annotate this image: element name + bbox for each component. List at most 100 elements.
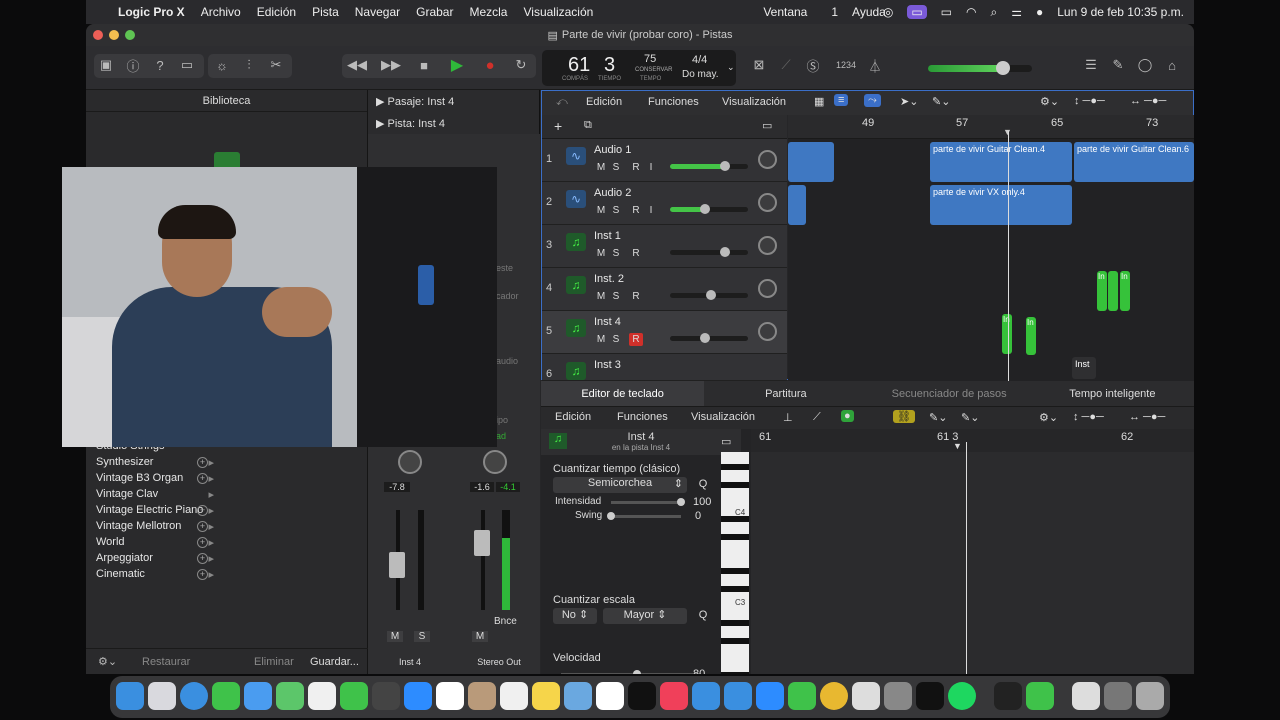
- library-item-cinematic[interactable]: Cinematic + ▸: [96, 568, 356, 584]
- pan-knob[interactable]: [758, 150, 777, 169]
- calendar-icon[interactable]: [436, 682, 464, 710]
- pan-knob[interactable]: [758, 193, 777, 212]
- restore-button[interactable]: Restaurar: [142, 656, 190, 668]
- help-icon[interactable]: ?: [149, 54, 171, 76]
- siri-icon[interactable]: ●: [1036, 5, 1043, 19]
- quantize-button[interactable]: Q: [695, 478, 711, 490]
- facetime-icon[interactable]: [340, 682, 368, 710]
- menu-navegar[interactable]: Navegar: [355, 5, 400, 19]
- midi-in-icon[interactable]: ●: [841, 410, 854, 422]
- track-header-4[interactable]: 4 ♫ Inst. 2 M S R: [542, 268, 787, 311]
- fader-handle-2[interactable]: [474, 530, 490, 556]
- track-header-3[interactable]: 3 ♫ Inst 1 M S R: [542, 225, 787, 268]
- list-view-icon[interactable]: ≡: [834, 94, 849, 106]
- solo-button[interactable]: S: [609, 333, 623, 346]
- zoom-app-icon[interactable]: [404, 682, 432, 710]
- track-volume-slider[interactable]: [670, 247, 748, 257]
- stop-icon[interactable]: ■: [413, 54, 435, 76]
- track-header-6[interactable]: 6 ♫ Inst 3: [542, 354, 787, 381]
- tab-piano-roll[interactable]: Editor de teclado: [541, 381, 705, 406]
- battery-icon[interactable]: ▭: [941, 5, 952, 19]
- count-in-button[interactable]: 1234: [835, 54, 857, 76]
- fader-handle-1[interactable]: [389, 552, 405, 578]
- tracks-view-menu[interactable]: Visualización: [722, 96, 786, 108]
- smart-controls-icon[interactable]: ☼: [211, 54, 233, 76]
- rewind-icon[interactable]: ◀◀: [346, 54, 368, 76]
- track-volume-slider[interactable]: [670, 290, 748, 300]
- fader-knob[interactable]: [700, 333, 710, 343]
- tracks-functions-menu[interactable]: Funciones: [648, 96, 699, 108]
- replace-icon[interactable]: ⊠: [748, 54, 770, 76]
- appletv-icon[interactable]: [628, 682, 656, 710]
- solo-button[interactable]: S: [609, 204, 623, 217]
- add-icon[interactable]: +: [197, 521, 208, 532]
- pan-knob-2[interactable]: [483, 450, 507, 474]
- menu-pista[interactable]: Pista: [312, 5, 339, 19]
- midi-region-3[interactable]: In: [1120, 271, 1130, 311]
- library-icon[interactable]: ▣: [95, 54, 117, 76]
- spotify-icon[interactable]: [948, 682, 976, 710]
- library-item-world[interactable]: World + ▸: [96, 536, 356, 552]
- midi-region-1[interactable]: In: [1097, 271, 1107, 311]
- menu-app[interactable]: Logic Pro X: [118, 5, 185, 19]
- piano-keyboard[interactable]: C4 C3: [721, 452, 749, 674]
- editor-ruler[interactable]: 61 61 3 62 ▼: [751, 429, 1194, 452]
- velocity-knob[interactable]: [633, 670, 641, 674]
- mute-button[interactable]: M: [594, 333, 608, 346]
- master-volume-slider[interactable]: [928, 61, 1032, 75]
- menu-mezcla[interactable]: Mezcla: [469, 5, 507, 19]
- notes-icon[interactable]: [532, 682, 560, 710]
- menu-ventana[interactable]: Ventana: [763, 5, 807, 19]
- audio-region-guitar-6[interactable]: parte de vivir Guitar Clean.6: [1074, 142, 1194, 182]
- mute-button[interactable]: M: [594, 290, 608, 303]
- link-icon[interactable]: ⛓: [893, 410, 915, 423]
- tracks-gear-icon[interactable]: ⚙⌄: [1040, 95, 1059, 108]
- wifi-icon[interactable]: ◠: [966, 5, 976, 19]
- pan-knob[interactable]: [758, 236, 777, 255]
- track-header-1[interactable]: 1 ∿ Audio 1 M S R I: [542, 139, 787, 182]
- logic-icon[interactable]: [852, 682, 880, 710]
- inspector-icon[interactable]: ⓘ: [122, 54, 144, 76]
- mute-button-2[interactable]: M: [472, 631, 488, 642]
- track-header-2[interactable]: 2 ∿ Audio 2 M S R I: [542, 182, 787, 225]
- browsers-icon[interactable]: ⌂: [1161, 54, 1183, 76]
- reminders-icon[interactable]: [500, 682, 528, 710]
- lcd-dropdown-icon[interactable]: ⌄: [727, 62, 735, 73]
- editor-functions-menu[interactable]: Funciones: [617, 411, 668, 423]
- scale-quantize-button[interactable]: Q: [695, 609, 711, 621]
- midi-region-2[interactable]: [1108, 271, 1118, 311]
- add-icon[interactable]: +: [197, 537, 208, 548]
- menu-number[interactable]: 1: [831, 5, 838, 19]
- downloads-folder-icon[interactable]: [1104, 682, 1132, 710]
- pan-knob-1[interactable]: [398, 450, 422, 474]
- solo-button-1[interactable]: S: [414, 631, 430, 642]
- safari-icon[interactable]: [180, 682, 208, 710]
- mute-button-1[interactable]: M: [387, 631, 403, 642]
- catch-icon[interactable]: ⤳: [864, 94, 881, 107]
- editor-gear-icon[interactable]: ⚙⌄: [1039, 411, 1058, 424]
- launchpad-icon[interactable]: [148, 682, 176, 710]
- pointer-tool-icon[interactable]: ➤⌄: [900, 95, 918, 108]
- tuner-icon[interactable]: ⟋: [775, 54, 797, 76]
- mute-button[interactable]: M: [594, 204, 608, 217]
- control-center-icon[interactable]: ⚌: [1011, 5, 1022, 19]
- library-item-b3[interactable]: Vintage B3 Organ + ▸: [96, 472, 356, 488]
- velocity-slider[interactable]: [561, 670, 701, 674]
- messages-icon[interactable]: [212, 682, 240, 710]
- scale-root-select[interactable]: No ⇕: [553, 608, 597, 624]
- record-enable-button[interactable]: R: [629, 204, 643, 217]
- editor-edit-menu[interactable]: Edición: [555, 411, 591, 423]
- fader-knob[interactable]: [700, 204, 710, 214]
- system-settings-icon[interactable]: [884, 682, 912, 710]
- track-volume-slider[interactable]: [670, 161, 748, 171]
- mail-icon[interactable]: [244, 682, 272, 710]
- fader-track-2[interactable]: [481, 510, 485, 610]
- audio-region[interactable]: [788, 142, 834, 182]
- maps-icon[interactable]: [276, 682, 304, 710]
- track-header-5[interactable]: 5 ♫ Inst 4 M S R: [542, 311, 787, 354]
- record-enable-button[interactable]: R: [629, 247, 643, 260]
- save-button[interactable]: Guardar...: [310, 656, 359, 668]
- editor-brush-tool-icon[interactable]: ✎⌄: [961, 411, 979, 424]
- delete-button[interactable]: Eliminar: [254, 656, 294, 668]
- menu-visualizacion[interactable]: Visualización: [523, 5, 593, 19]
